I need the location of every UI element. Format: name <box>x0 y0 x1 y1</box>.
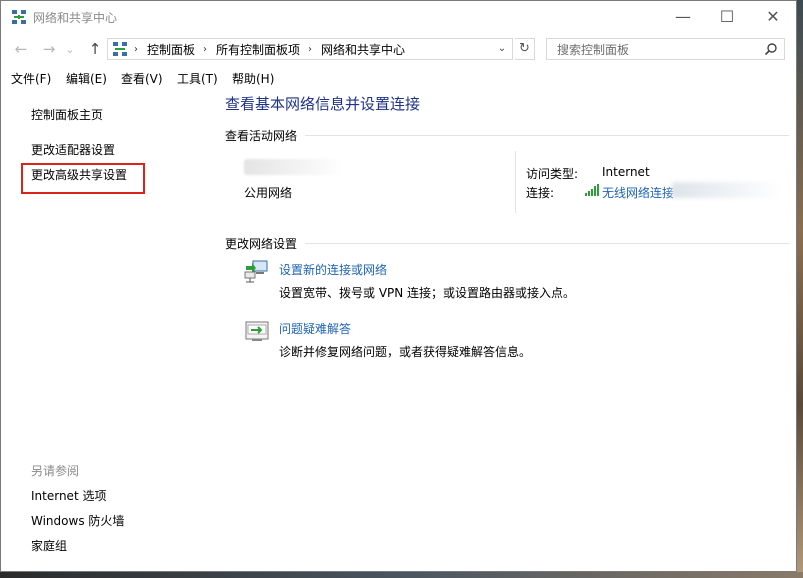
task-pane: 控制面板主页 更改适配器设置 更改高级共享设置 另请参阅 Internet 选项… <box>1 91 206 571</box>
breadcrumb-all-items[interactable]: 所有控制面板项 <box>216 41 300 58</box>
divider <box>305 243 789 244</box>
menu-bar: 文件(F) 编辑(E) 查看(V) 工具(T) 帮助(H) <box>1 68 796 88</box>
breadcrumb-separator-icon[interactable]: › <box>134 44 138 55</box>
network-ssid-redacted <box>672 182 782 198</box>
active-networks-header: 查看活动网络 <box>225 129 298 143</box>
search-input[interactable] <box>555 40 759 60</box>
maximize-button[interactable]: ☐ <box>704 1 750 31</box>
access-type-label: 访问类型: <box>526 167 579 181</box>
setup-new-connection-desc: 设置宽带、拨号或 VPN 连接；或设置路由器或接入点。 <box>279 286 576 300</box>
menu-help[interactable]: 帮助(H) <box>232 70 274 87</box>
divider <box>305 135 789 136</box>
homegroup-link[interactable]: 家庭组 <box>31 537 67 554</box>
background-desktop-edge <box>797 0 803 578</box>
divider <box>515 151 516 213</box>
breadcrumb-control-panel[interactable]: 控制面板 <box>147 41 195 58</box>
troubleshoot-desc: 诊断并修复网络问题，或者获得疑难解答信息。 <box>279 345 532 359</box>
main-content: 查看基本网络信息并设置连接 查看活动网络 公用网络 访问类型: Internet… <box>206 89 796 569</box>
troubleshoot-icon <box>245 321 269 341</box>
minimize-button[interactable]: — <box>660 1 706 31</box>
control-panel-home-link[interactable]: 控制面板主页 <box>31 106 103 123</box>
see-also-header: 另请参阅 <box>31 464 80 478</box>
change-adapter-settings-link[interactable]: 更改适配器设置 <box>31 141 115 158</box>
search-box[interactable] <box>546 38 785 60</box>
search-icon[interactable] <box>764 42 778 56</box>
menu-tools[interactable]: 工具(T) <box>177 70 218 87</box>
internet-options-link[interactable]: Internet 选项 <box>31 487 106 504</box>
wireless-connection-link[interactable]: 无线网络连接 <box>602 184 674 201</box>
title-bar[interactable]: 网络和共享中心 — ☐ ✕ <box>1 1 796 33</box>
change-advanced-sharing-link[interactable]: 更改高级共享设置 <box>31 166 127 183</box>
forward-button[interactable]: → <box>39 39 59 59</box>
wifi-signal-icon <box>585 184 599 196</box>
network-sharing-center-window: 网络和共享中心 — ☐ ✕ ← → ⌄ ↑ › 控制面板 › 所有控制面板项 ›… <box>0 0 797 572</box>
window-title: 网络和共享中心 <box>33 11 118 25</box>
new-connection-icon <box>244 260 268 283</box>
address-bar[interactable]: › 控制面板 › 所有控制面板项 › 网络和共享中心 ⌄ <box>107 38 513 60</box>
change-settings-header: 更改网络设置 <box>225 237 298 251</box>
recent-locations-dropdown[interactable]: ⌄ <box>63 39 77 59</box>
close-button[interactable]: ✕ <box>750 1 796 31</box>
troubleshoot-link[interactable]: 问题疑难解答 <box>279 320 351 337</box>
menu-view[interactable]: 查看(V) <box>121 70 163 87</box>
network-name-redacted <box>244 159 344 175</box>
refresh-button[interactable]: ↻ <box>515 38 535 60</box>
address-dropdown-icon[interactable]: ⌄ <box>494 41 510 57</box>
background-taskbar-edge <box>0 572 803 578</box>
network-category[interactable]: 公用网络 <box>244 184 292 201</box>
windows-firewall-link[interactable]: Windows 防火墙 <box>31 512 124 529</box>
page-title: 查看基本网络信息并设置连接 <box>225 95 421 113</box>
menu-file[interactable]: 文件(F) <box>11 70 51 87</box>
back-button[interactable]: ← <box>11 39 31 59</box>
menu-edit[interactable]: 编辑(E) <box>66 70 107 87</box>
address-toolbar: ← → ⌄ ↑ › 控制面板 › 所有控制面板项 › 网络和共享中心 ⌄ ↻ <box>1 35 796 63</box>
connection-label: 连接: <box>526 186 555 200</box>
network-center-icon <box>12 10 26 24</box>
setup-new-connection-link[interactable]: 设置新的连接或网络 <box>279 261 387 278</box>
breadcrumb-separator-icon[interactable]: › <box>203 44 207 55</box>
breadcrumb-separator-icon[interactable]: › <box>308 44 312 55</box>
control-panel-icon <box>113 42 127 56</box>
up-button[interactable]: ↑ <box>85 39 105 59</box>
breadcrumb-network-center[interactable]: 网络和共享中心 <box>321 41 405 58</box>
access-type-value: Internet <box>602 165 650 179</box>
